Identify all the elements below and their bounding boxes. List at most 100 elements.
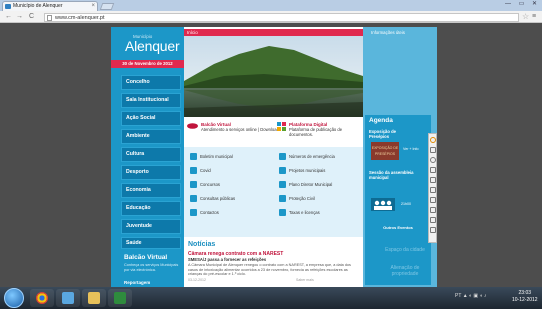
news-more-link[interactable]: Saber mais: [296, 278, 314, 282]
service-emergencia[interactable]: Números de emergência: [279, 152, 335, 161]
toolbar-share-icon[interactable]: [430, 207, 436, 213]
menu-item-concelho[interactable]: Concelho: [121, 75, 181, 90]
menu-item-economia[interactable]: Economia: [121, 183, 181, 198]
new-tab-button[interactable]: [99, 3, 115, 10]
close-tab-icon[interactable]: ×: [91, 2, 95, 11]
reload-icon[interactable]: C: [29, 12, 34, 22]
informacoes-uteis-tab[interactable]: Informações úteis: [371, 29, 405, 36]
taskbar-chrome[interactable]: [30, 289, 54, 307]
agenda-title: Agenda: [369, 117, 393, 124]
current-date: 30 de Novembro de 2012: [111, 60, 184, 68]
menu-item-ambiente[interactable]: Ambiente: [121, 129, 181, 144]
people-icon: [371, 198, 395, 211]
browser-tab[interactable]: Município de Alenquer ×: [2, 1, 98, 11]
agenda-item-assembleia[interactable]: Sessão da assembleia municipal: [369, 170, 427, 180]
service-consultas[interactable]: Consultas públicas: [190, 194, 235, 203]
puzzle-icon: [277, 122, 286, 131]
money-icon: [279, 209, 286, 216]
toolbar-doc-icon[interactable]: [430, 187, 436, 193]
chat-icon: [190, 195, 197, 202]
menu-item-desporto[interactable]: Desporto: [121, 165, 181, 180]
news-subtitle: SMESA/J passa a fornecer as refeições: [188, 257, 267, 262]
agenda-link-info[interactable]: Ver + Info: [403, 147, 425, 152]
menu-icon[interactable]: ≡: [532, 13, 536, 20]
toolbar-settings-icon[interactable]: [430, 227, 436, 233]
service-taxas[interactable]: Taxas e licenças: [279, 208, 320, 217]
phone-book-icon: [190, 209, 197, 216]
agenda-panel: Agenda Exposição de Presépios EXPOSIÇÃO …: [365, 115, 431, 285]
menu-item-sala-institucional[interactable]: Sala Institucional: [121, 93, 181, 108]
hero-image: [184, 36, 363, 117]
main-content: Início Balcão Virtual Atendimento a serv…: [184, 27, 363, 287]
news-body: A Câmara Municipal de Alenquer renegou o…: [188, 263, 351, 277]
tab-strip: Município de Alenquer × — ▭ ✕: [0, 0, 542, 11]
floating-toolbar: [428, 133, 437, 243]
toolbar-translate-icon[interactable]: [430, 217, 436, 223]
sidebar: Município Alenquer 30 de Novembro de 201…: [111, 27, 184, 287]
service-pdm[interactable]: Plano Diretor Municipal: [279, 180, 332, 189]
browser-toolbar: ← → C www.cm-alenquer.pt ☆ ≡: [0, 11, 542, 23]
toolbar-print-icon[interactable]: [430, 167, 436, 173]
taskbar-excel[interactable]: [108, 289, 132, 307]
address-bar[interactable]: www.cm-alenquer.pt: [44, 13, 519, 22]
service-contactos[interactable]: Contactos: [190, 208, 219, 217]
reportagem-label[interactable]: Reportagem: [124, 280, 150, 285]
agenda-ghost-text: Alienação de propriedade: [390, 265, 420, 277]
featured-link-text: Atendimento a serviços online | Download: [201, 127, 279, 132]
toolbar-search-icon[interactable]: [430, 157, 436, 163]
page-icon: [47, 15, 52, 21]
tab-title: Município de Alenquer: [13, 3, 63, 9]
taskbar-explorer[interactable]: [56, 289, 80, 307]
website: Município Alenquer 30 de Novembro de 201…: [111, 27, 437, 287]
shield-icon: [279, 195, 286, 202]
phone-icon: [279, 153, 286, 160]
featured-link-text: Plataforma de publicação de documentos.: [289, 127, 343, 137]
menu-item-acao-social[interactable]: Ação Social: [121, 111, 181, 126]
cloud-icon: [187, 123, 198, 129]
taskbar: PT ▲ ◐ ▣ ◖ ♪ 23:03 10-12-2012: [0, 287, 542, 309]
menu-item-saude[interactable]: Saúde: [121, 237, 181, 249]
clock[interactable]: 23:03 10-12-2012: [512, 290, 538, 304]
toolbar-home-icon[interactable]: [430, 147, 436, 153]
featured-link-plataforma[interactable]: Plataforma Digital Plataforma de publica…: [277, 122, 360, 137]
featured-links: Balcão Virtual Atendimento a serviços on…: [187, 120, 360, 142]
window-controls[interactable]: — ▭ ✕: [505, 0, 540, 7]
clipboard-icon: [190, 181, 197, 188]
service-projetos[interactable]: Projetos municipais: [279, 166, 325, 175]
taskbar-folder[interactable]: [82, 289, 106, 307]
breadcrumb[interactable]: Início: [184, 29, 363, 36]
toolbar-orange-icon[interactable]: [430, 137, 436, 143]
other-events-link[interactable]: Outros Eventos: [369, 225, 427, 230]
url-text: www.cm-alenquer.pt: [55, 15, 105, 21]
system-tray[interactable]: PT ▲ ◐ ▣ ◖ ♪: [455, 293, 486, 299]
back-icon[interactable]: ←: [5, 12, 12, 22]
page-viewport: Município Alenquer 30 de Novembro de 201…: [0, 23, 542, 287]
service-protecao-civil[interactable]: Proteção Civil: [279, 194, 315, 203]
document-icon: [190, 153, 197, 160]
start-button[interactable]: [4, 288, 24, 308]
folder-icon: [279, 167, 286, 174]
menu-item-juventude[interactable]: Juventude: [121, 219, 181, 234]
agenda-ghost-text: Espaço da cidade: [385, 247, 425, 253]
menu-item-cultura[interactable]: Cultura: [121, 147, 181, 162]
toolbar-mail-icon[interactable]: [430, 177, 436, 183]
site-logo[interactable]: Alenquer: [125, 38, 180, 54]
agenda-image[interactable]: EXPOSIÇÃO DE PRESÉPIOS: [371, 142, 399, 160]
bookmark-star-icon[interactable]: ☆: [522, 12, 529, 21]
menu-item-educacao[interactable]: Educação: [121, 201, 181, 216]
balcao-virtual-text: Conheça os serviços Municipais por via e…: [124, 263, 179, 272]
forward-icon[interactable]: →: [16, 12, 23, 22]
info-icon: [190, 167, 197, 174]
service-boletim[interactable]: Boletim municipal: [190, 152, 233, 161]
service-covid[interactable]: Covid: [190, 166, 211, 175]
service-concursos[interactable]: Concursos: [190, 180, 220, 189]
services-panel: Boletim municipal Covid Concursos Consul…: [184, 147, 363, 237]
toolbar-bookmark-icon[interactable]: [430, 197, 436, 203]
favicon-icon: [5, 4, 11, 9]
featured-link-balcao[interactable]: Balcão Virtual Atendimento a serviços on…: [187, 122, 279, 132]
balcao-virtual-title[interactable]: Balcão Virtual: [124, 254, 167, 261]
map-icon: [279, 181, 286, 188]
agenda-item-presepios[interactable]: Exposição de Presépios: [369, 129, 409, 139]
news-date: 03-12-2012: [188, 278, 206, 282]
agenda-link-time[interactable]: 21h00: [401, 202, 411, 207]
